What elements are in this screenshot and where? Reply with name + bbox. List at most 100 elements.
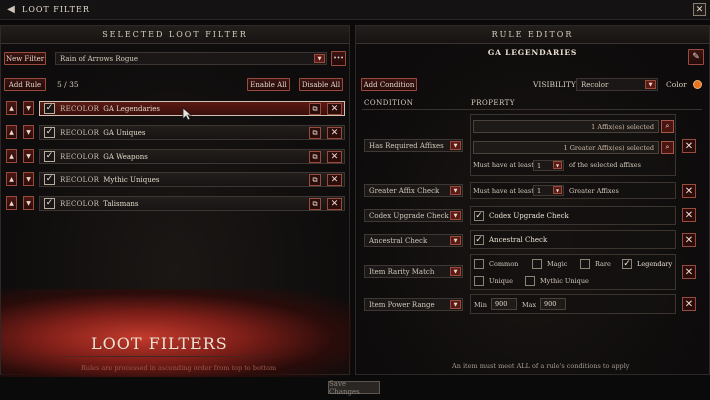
- mouse-cursor-icon: [182, 107, 192, 121]
- rule-row[interactable]: ▲ ▼ ✓ RECOLOR Talismans ⧉ ✕: [4, 195, 345, 212]
- pencil-icon[interactable]: ✎: [688, 49, 704, 65]
- enable-all-button[interactable]: Enable All: [247, 78, 290, 91]
- rule-bar[interactable]: ✓ RECOLOR GA Legendaries ⧉ ✕: [39, 101, 345, 116]
- ancestral-checkbox[interactable]: ✓: [474, 235, 484, 245]
- remove-condition-button[interactable]: ✕: [682, 265, 696, 279]
- rule-name: Talismans: [103, 199, 139, 208]
- ancestral-option-label: Ancestral Check: [489, 236, 548, 244]
- rarity-checkbox-rare[interactable]: [580, 259, 590, 269]
- move-up-icon[interactable]: ▲: [6, 172, 17, 186]
- copy-icon[interactable]: ⧉: [309, 151, 321, 163]
- rule-enabled-checkbox[interactable]: ✓: [44, 151, 55, 162]
- rarity-checkbox-magic[interactable]: [532, 259, 542, 269]
- rarity-checkbox-legendary[interactable]: ✓: [622, 259, 632, 269]
- move-up-icon[interactable]: ▲: [6, 149, 17, 163]
- remove-condition-button[interactable]: ✕: [682, 184, 696, 198]
- move-down-icon[interactable]: ▼: [23, 125, 34, 139]
- window-title: LOOT FILTER: [22, 5, 90, 14]
- filter-select[interactable]: Rain of Arrows Rogue ▼: [55, 52, 327, 65]
- rule-enabled-checkbox[interactable]: ✓: [44, 198, 55, 209]
- codex-property: ✓ Codex Upgrade Check: [470, 206, 676, 225]
- rule-bar[interactable]: ✓ RECOLOR GA Uniques ⧉ ✕: [39, 125, 345, 140]
- rule-row[interactable]: ▲ ▼ ✓ RECOLOR GA Weapons ⧉ ✕: [4, 148, 345, 165]
- rule-type: RECOLOR: [60, 152, 100, 161]
- rule-bar[interactable]: ✓ RECOLOR GA Weapons ⧉ ✕: [39, 149, 345, 164]
- condition-header: CONDITION: [364, 99, 414, 107]
- delete-icon[interactable]: ✕: [327, 198, 342, 210]
- copy-icon[interactable]: ⧉: [309, 103, 321, 115]
- close-button[interactable]: ✕: [693, 3, 706, 16]
- delete-icon[interactable]: ✕: [327, 174, 342, 186]
- copy-icon[interactable]: ⧉: [309, 198, 321, 210]
- condition-select-affixes[interactable]: Has Required Affixes ▼: [364, 139, 463, 152]
- rarity-checkbox-unique[interactable]: [474, 276, 484, 286]
- panel-header-right: RULE EDITOR: [356, 26, 709, 44]
- rule-name: GA Weapons: [103, 152, 148, 161]
- move-down-icon[interactable]: ▼: [23, 149, 34, 163]
- back-icon[interactable]: ◀: [5, 4, 17, 16]
- condition-select-codex[interactable]: Codex Upgrade Check ▼: [364, 209, 463, 222]
- affix-count-select[interactable]: 1 ▼: [533, 160, 564, 171]
- rule-name: GA Legendaries: [103, 104, 161, 113]
- move-down-icon[interactable]: ▼: [23, 196, 34, 210]
- min-power-input[interactable]: 900: [491, 298, 517, 310]
- rule-enabled-checkbox[interactable]: ✓: [44, 127, 55, 138]
- rule-bar[interactable]: ✓ RECOLOR Mythic Uniques ⧉ ✕: [39, 172, 345, 187]
- max-label: Max: [522, 301, 537, 309]
- visibility-select[interactable]: Recolor ▼: [576, 78, 658, 91]
- delete-icon[interactable]: ✕: [327, 151, 342, 163]
- rule-name: Mythic Uniques: [103, 175, 160, 184]
- min-label: Min: [474, 301, 487, 309]
- must-have-label: Must have at least: [473, 187, 534, 195]
- copy-icon[interactable]: ⧉: [309, 127, 321, 139]
- greater-affix-property: Must have at least 1 ▼ Greater Affixes: [470, 182, 676, 199]
- rule-type: RECOLOR: [60, 104, 100, 113]
- condition-select-item-power[interactable]: Item Power Range ▼: [364, 298, 463, 311]
- condition-select-rarity[interactable]: Item Rarity Match ▼: [364, 265, 463, 278]
- codex-checkbox[interactable]: ✓: [474, 211, 484, 221]
- delete-icon[interactable]: ✕: [327, 103, 342, 115]
- condition-select-ancestral[interactable]: Ancestral Check ▼: [364, 234, 463, 247]
- rule-enabled-checkbox[interactable]: ✓: [44, 103, 55, 114]
- save-changes-button[interactable]: Save Changes: [328, 380, 380, 396]
- copy-icon[interactable]: ⧉: [309, 174, 321, 186]
- rule-type: RECOLOR: [60, 199, 100, 208]
- greater-suffix-label: Greater Affixes: [569, 187, 619, 195]
- panel-header-left: SELECTED LOOT FILTER: [1, 26, 349, 44]
- rule-type: RECOLOR: [60, 175, 100, 184]
- move-down-icon[interactable]: ▼: [23, 172, 34, 186]
- max-power-input[interactable]: 900: [540, 298, 566, 310]
- condition-label: Ancestral Check: [369, 236, 428, 245]
- rarity-checkbox-mythic-unique[interactable]: [525, 276, 535, 286]
- rarity-label-legendary: Legendary: [637, 260, 673, 268]
- rule-row[interactable]: ▲ ▼ ✓ RECOLOR Mythic Uniques ⧉ ✕: [4, 171, 345, 188]
- remove-condition-button[interactable]: ✕: [682, 139, 696, 153]
- search-icon[interactable]: ⌕: [661, 120, 674, 133]
- new-filter-button[interactable]: New Filter: [4, 52, 46, 65]
- rule-row[interactable]: ▲ ▼ ✓ RECOLOR GA Uniques ⧉ ✕: [4, 124, 345, 141]
- greater-count-select[interactable]: 1 ▼: [533, 185, 564, 196]
- move-up-icon[interactable]: ▲: [6, 125, 17, 139]
- condition-select-greater-affix[interactable]: Greater Affix Check ▼: [364, 184, 463, 197]
- move-up-icon[interactable]: ▲: [6, 101, 17, 115]
- remove-condition-button[interactable]: ✕: [682, 233, 696, 247]
- rule-bar[interactable]: ✓ RECOLOR Talismans ⧉ ✕: [39, 196, 345, 211]
- remove-condition-button[interactable]: ✕: [682, 297, 696, 311]
- rarity-checkbox-common[interactable]: [474, 259, 484, 269]
- more-options-button[interactable]: •••: [331, 51, 346, 66]
- search-icon[interactable]: ⌕: [661, 141, 674, 154]
- rule-enabled-checkbox[interactable]: ✓: [44, 174, 55, 185]
- delete-icon[interactable]: ✕: [327, 127, 342, 139]
- affix-selection-field[interactable]: 1 Affix(es) selected: [473, 120, 659, 133]
- move-down-icon[interactable]: ▼: [23, 101, 34, 115]
- rule-row[interactable]: ▲ ▼ ✓ RECOLOR GA Legendaries ⧉ ✕: [4, 100, 345, 117]
- chevron-down-icon: ▼: [450, 236, 461, 245]
- add-condition-button[interactable]: Add Condition: [361, 78, 417, 91]
- move-up-icon[interactable]: ▲: [6, 196, 17, 210]
- add-rule-button[interactable]: Add Rule: [4, 78, 46, 91]
- greater-affix-selection-field[interactable]: 1 Greater Affix(es) selected: [473, 141, 659, 154]
- color-swatch[interactable]: [693, 80, 702, 89]
- remove-condition-button[interactable]: ✕: [682, 208, 696, 222]
- disable-all-button[interactable]: Disable All: [299, 78, 343, 91]
- condition-label: Has Required Affixes: [369, 141, 444, 150]
